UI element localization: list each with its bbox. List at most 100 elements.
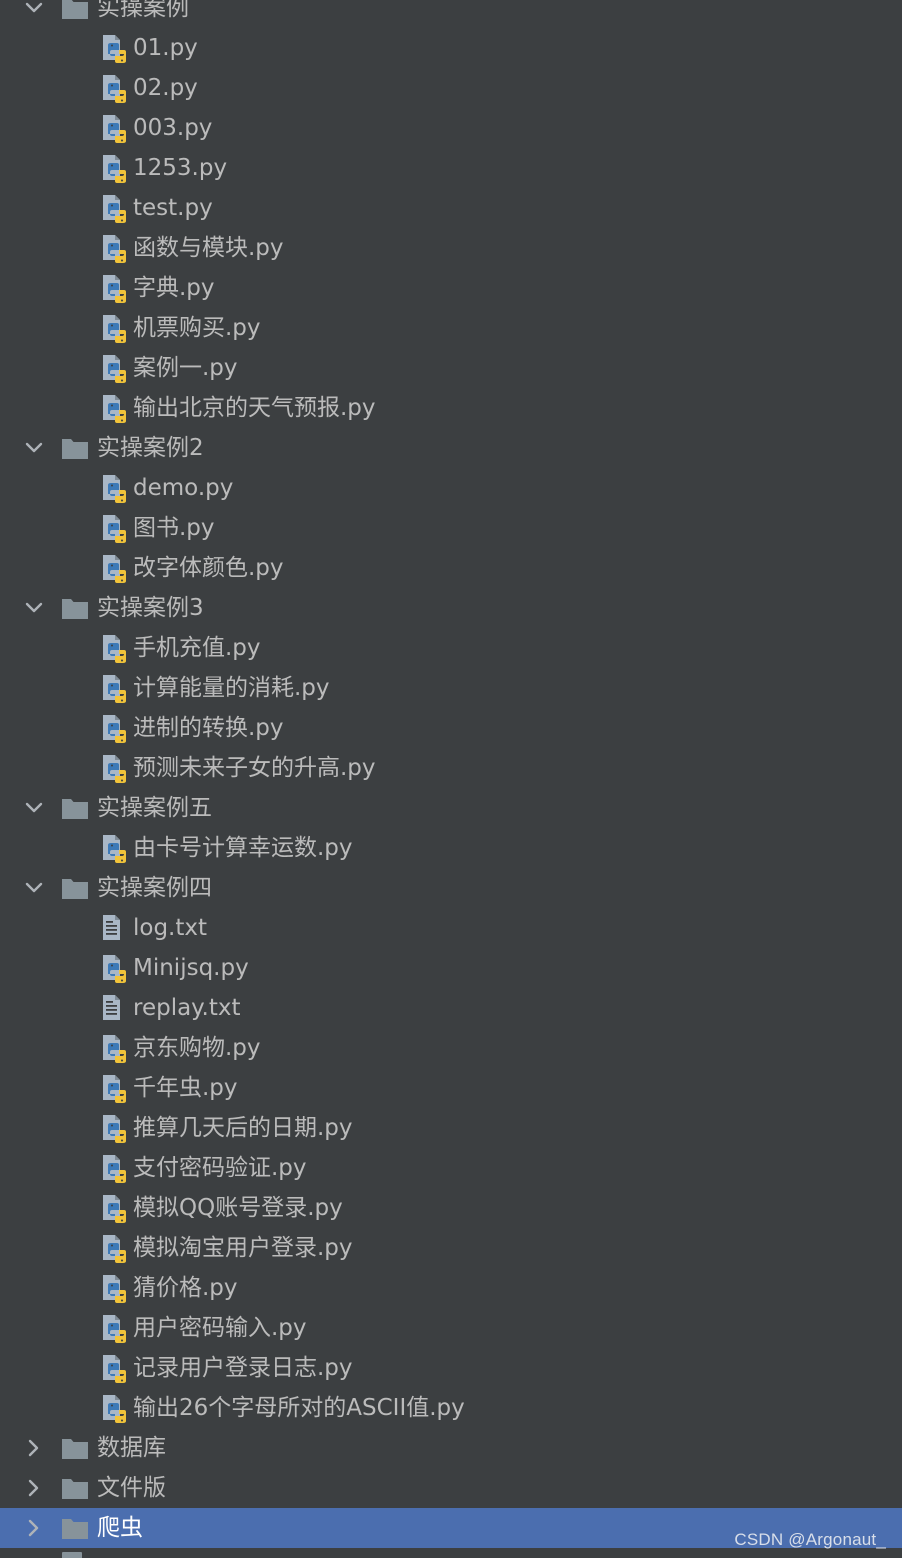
folder-icon <box>60 0 90 21</box>
python-file-icon <box>100 673 128 703</box>
project-file-tree: 实操案例 01.py 02.py 003.py 1253.py test.py 函数与模块.… <box>0 0 902 1548</box>
tree-file-item-27[interactable]: 千年虫.py <box>0 1068 902 1108</box>
tree-file-replay[interactable]: replay.txt <box>0 988 902 1028</box>
python-file-icon <box>100 513 128 543</box>
folder-label: 实操案例五 <box>97 795 212 821</box>
python-file-icon <box>100 73 128 103</box>
tree-file-item-14[interactable]: 改字体颜色.py <box>0 548 902 588</box>
folder-label: 实操案例四 <box>97 875 212 901</box>
tree-file-test[interactable]: test.py <box>0 188 902 228</box>
tree-file-item-10[interactable]: 输出北京的天气预报.py <box>0 388 902 428</box>
tree-folder-item-37[interactable]: 文件版 <box>0 1468 902 1508</box>
file-label: 02.py <box>133 75 198 101</box>
tree-folder-item-22[interactable]: 实操案例四 <box>0 868 902 908</box>
tree-file-26-ascii[interactable]: 输出26个字母所对的ASCII值.py <box>0 1388 902 1428</box>
python-file-icon <box>100 833 128 863</box>
python-file-icon <box>100 473 128 503</box>
tree-folder-item-20[interactable]: 实操案例五 <box>0 788 902 828</box>
tree-file-item-34[interactable]: 记录用户登录日志.py <box>0 1348 902 1388</box>
folder-icon <box>60 435 90 461</box>
tree-file-item-21[interactable]: 由卡号计算幸运数.py <box>0 828 902 868</box>
chevron-right-icon[interactable] <box>24 1518 44 1538</box>
file-label: 模拟淘宝用户登录.py <box>133 1235 353 1261</box>
next-row-partial <box>0 1550 902 1558</box>
python-file-icon <box>100 1273 128 1303</box>
tree-folder-item-0[interactable]: 实操案例 <box>0 0 902 28</box>
text-file-icon <box>100 913 128 943</box>
python-file-icon <box>100 353 128 383</box>
tree-file-item-7[interactable]: 字典.py <box>0 268 902 308</box>
python-file-icon <box>100 1193 128 1223</box>
tree-file-item-26[interactable]: 京东购物.py <box>0 1028 902 1068</box>
python-file-icon <box>100 953 128 983</box>
file-label: 机票购买.py <box>133 315 261 341</box>
tree-folder-2[interactable]: 实操案例2 <box>0 428 902 468</box>
tree-file-item-16[interactable]: 手机充值.py <box>0 628 902 668</box>
python-file-icon <box>100 1353 128 1383</box>
text-file-icon <box>100 993 128 1023</box>
tree-file-item-9[interactable]: 案例一.py <box>0 348 902 388</box>
python-file-icon <box>100 1153 128 1183</box>
tree-file-item-18[interactable]: 进制的转换.py <box>0 708 902 748</box>
chevron-down-icon[interactable] <box>24 0 44 18</box>
tree-file-demo[interactable]: demo.py <box>0 468 902 508</box>
file-label: 由卡号计算幸运数.py <box>133 835 353 861</box>
chevron-right-icon[interactable] <box>24 1478 44 1498</box>
file-label: 进制的转换.py <box>133 715 284 741</box>
chevron-down-icon[interactable] <box>24 598 44 618</box>
python-file-icon <box>100 1033 128 1063</box>
file-label: demo.py <box>133 475 234 501</box>
python-file-icon <box>100 713 128 743</box>
tree-folder-3[interactable]: 实操案例3 <box>0 588 902 628</box>
python-file-icon <box>100 1233 128 1263</box>
tree-file-item-19[interactable]: 预测未来子女的升高.py <box>0 748 902 788</box>
tree-file-item-17[interactable]: 计算能量的消耗.py <box>0 668 902 708</box>
python-file-icon <box>100 153 128 183</box>
tree-file-item-33[interactable]: 用户密码输入.py <box>0 1308 902 1348</box>
folder-icon <box>60 1435 90 1461</box>
file-label: 输出26个字母所对的ASCII值.py <box>133 1395 465 1421</box>
file-label: 模拟QQ账号登录.py <box>133 1195 343 1221</box>
tree-file-item-13[interactable]: 图书.py <box>0 508 902 548</box>
folder-icon-partial <box>62 1552 82 1558</box>
file-label: 01.py <box>133 35 198 61</box>
folder-icon <box>60 595 90 621</box>
file-label: 千年虫.py <box>133 1075 238 1101</box>
file-label: 预测未来子女的升高.py <box>133 755 376 781</box>
tree-file-item-32[interactable]: 猜价格.py <box>0 1268 902 1308</box>
file-label: 计算能量的消耗.py <box>133 675 330 701</box>
python-file-icon <box>100 113 128 143</box>
tree-folder-item-36[interactable]: 数据库 <box>0 1428 902 1468</box>
file-label: 手机充值.py <box>133 635 261 661</box>
tree-file-02[interactable]: 02.py <box>0 68 902 108</box>
chevron-down-icon[interactable] <box>24 878 44 898</box>
file-label: 记录用户登录日志.py <box>133 1355 353 1381</box>
tree-file-item-28[interactable]: 推算几天后的日期.py <box>0 1108 902 1148</box>
chevron-down-icon[interactable] <box>24 438 44 458</box>
tree-file-item-31[interactable]: 模拟淘宝用户登录.py <box>0 1228 902 1268</box>
tree-file-003[interactable]: 003.py <box>0 108 902 148</box>
folder-icon <box>60 795 90 821</box>
tree-file-qq[interactable]: 模拟QQ账号登录.py <box>0 1188 902 1228</box>
tree-file-log[interactable]: log.txt <box>0 908 902 948</box>
file-label: log.txt <box>133 915 208 941</box>
tree-file-01[interactable]: 01.py <box>0 28 902 68</box>
file-label: 京东购物.py <box>133 1035 261 1061</box>
python-file-icon <box>100 1113 128 1143</box>
chevron-right-icon[interactable] <box>24 1438 44 1458</box>
tree-file-item-8[interactable]: 机票购买.py <box>0 308 902 348</box>
tree-file-1253[interactable]: 1253.py <box>0 148 902 188</box>
file-label: 案例一.py <box>133 355 238 381</box>
folder-icon <box>60 1475 90 1501</box>
file-label: 图书.py <box>133 515 215 541</box>
folder-icon <box>60 875 90 901</box>
tree-file-item-6[interactable]: 函数与模块.py <box>0 228 902 268</box>
python-file-icon <box>100 313 128 343</box>
file-label: 猜价格.py <box>133 1275 238 1301</box>
tree-file-item-29[interactable]: 支付密码验证.py <box>0 1148 902 1188</box>
chevron-down-icon[interactable] <box>24 798 44 818</box>
file-label: test.py <box>133 195 213 221</box>
tree-file-minijsq[interactable]: Minijsq.py <box>0 948 902 988</box>
python-file-icon <box>100 753 128 783</box>
folder-label: 实操案例2 <box>97 435 204 461</box>
